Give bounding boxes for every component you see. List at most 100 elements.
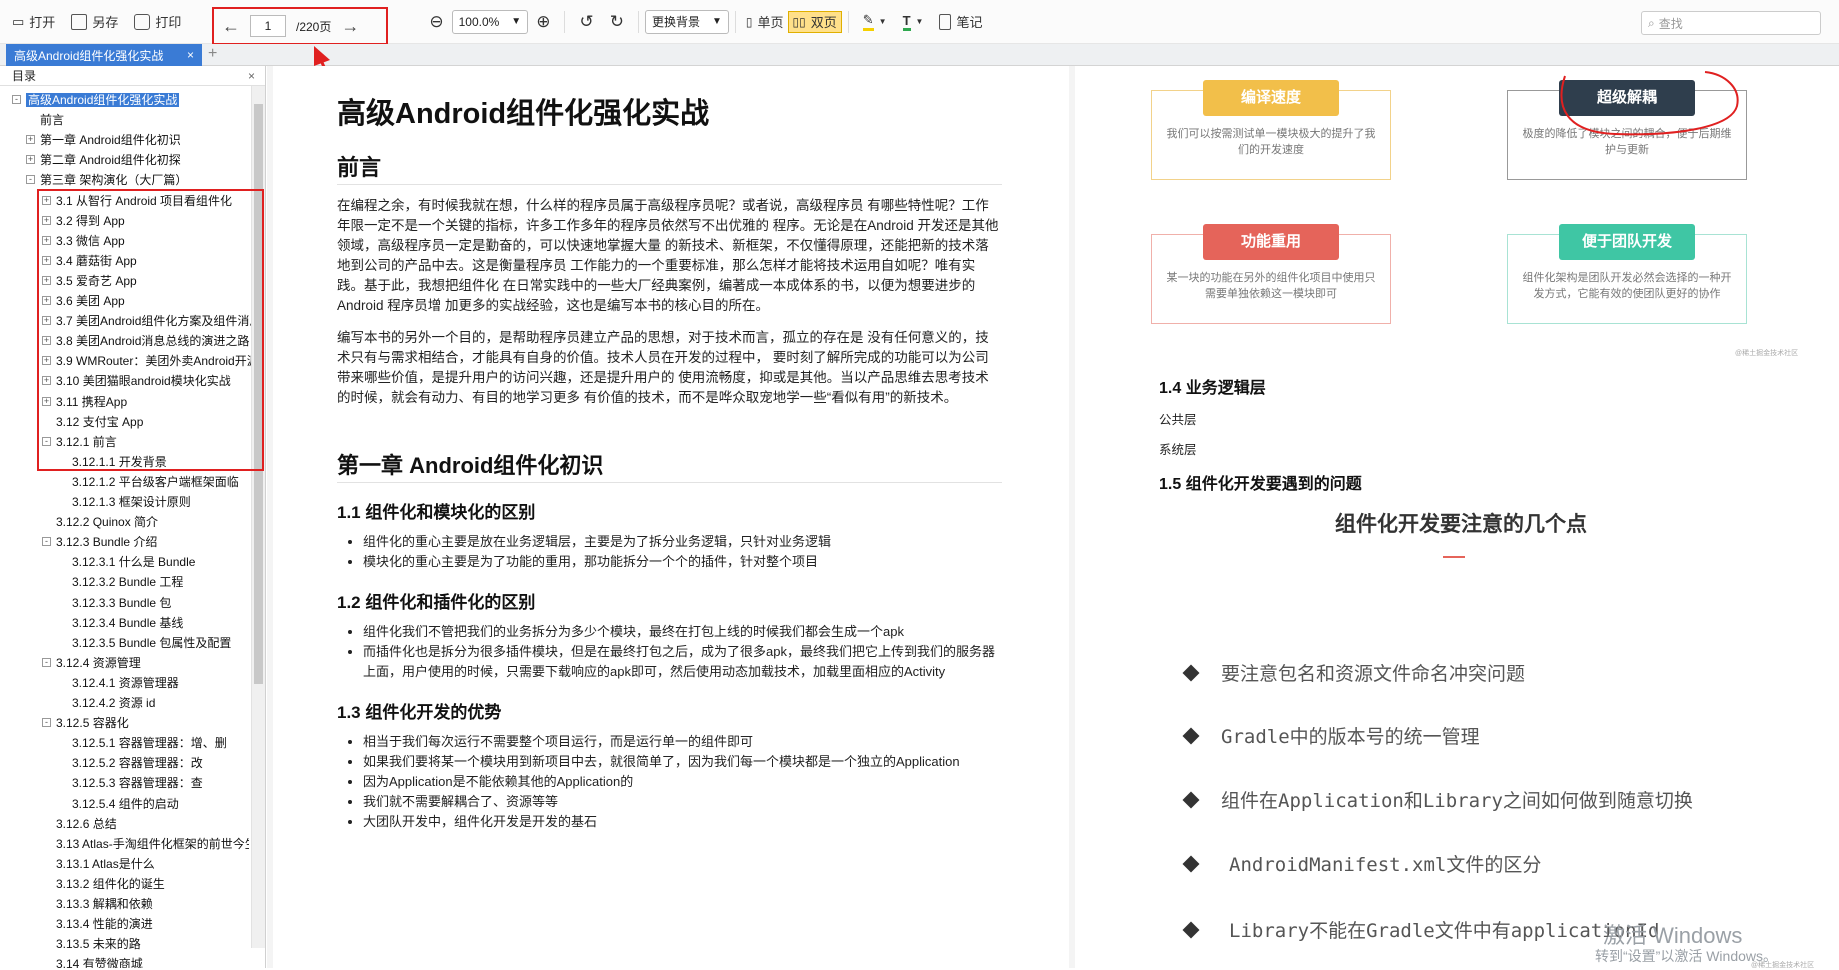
- collapse-icon[interactable]: -: [12, 95, 21, 104]
- card-desc: 我们可以按需测试单一模块极大的提升了我们的开发速度: [1166, 128, 1376, 156]
- close-icon[interactable]: ×: [248, 69, 255, 83]
- save-as-button[interactable]: 另存: [63, 7, 126, 37]
- diamond-icon: [1182, 664, 1200, 681]
- print-button[interactable]: 打印: [126, 7, 189, 37]
- outline-item[interactable]: 3.13.3 解耦和依赖: [56, 894, 249, 914]
- collapse-icon[interactable]: -: [26, 175, 35, 185]
- new-tab-icon[interactable]: +: [208, 45, 217, 63]
- outline-item[interactable]: 3.13.4 性能的演进: [56, 914, 249, 934]
- outline-item-label: 3.12.4.1 资源管理器: [72, 675, 179, 690]
- document-title: 高级Android组件化强化实战: [337, 98, 710, 130]
- background-label: 更换背景: [651, 15, 700, 29]
- diamond-icon: [1182, 921, 1200, 938]
- zoom-in-button[interactable]: ⊕: [528, 7, 558, 37]
- outline-item[interactable]: 3.12.5.3 容器管理器：查: [72, 773, 249, 793]
- slide-item-text: Library不能在Gradle文件中有applicationId: [1229, 920, 1660, 942]
- outline-item[interactable]: -3.12.4 资源管理: [42, 653, 249, 673]
- rotate-right-icon: ↻: [609, 11, 624, 31]
- outline-item[interactable]: + 第一章 Android组件化初识: [26, 130, 249, 150]
- outline-item-label: 3.13.4 性能的演进: [56, 917, 153, 932]
- card-label: 功能重用: [1203, 224, 1339, 260]
- outline-item[interactable]: 3.12.5.1 容器管理器：增、删: [72, 733, 249, 753]
- zoom-in-icon: ⊕: [536, 11, 551, 31]
- prev-page-icon[interactable]: ←: [222, 16, 240, 37]
- zoom-select[interactable]: 100.0% ▼: [451, 9, 529, 34]
- list-item: 因为Application是不能依赖其他的Application的: [363, 772, 1003, 792]
- list-item: 大团队开发中，组件化开发是开发的基石: [363, 812, 1003, 832]
- divider: [337, 482, 1002, 483]
- print-label: 打印: [155, 15, 182, 30]
- slide-credit: @稀土掘金技术社区: [1751, 962, 1815, 969]
- outline-item[interactable]: 3.12.1.2 平台级客户端框架面临: [72, 472, 249, 492]
- section-1-5-heading: 1.5 组件化开发要遇到的问题: [1159, 476, 1362, 493]
- outline-item[interactable]: 3.12.2 Quinox 简介: [56, 512, 249, 532]
- outline-item[interactable]: + 第二章 Android组件化初探: [26, 150, 249, 170]
- text-color-icon: T: [902, 13, 911, 31]
- rotate-right-button[interactable]: ↻: [602, 7, 632, 37]
- outline-item[interactable]: 3.13.5 未来的路: [56, 934, 249, 954]
- outline-item-label: 3.12.5 容器化: [56, 716, 129, 731]
- outline-item[interactable]: 3.12.4.2 资源 id: [72, 693, 249, 713]
- highlight-button[interactable]: ✎ ▼: [855, 7, 895, 37]
- search-input[interactable]: ⌕ 查找: [1641, 11, 1821, 35]
- outline-item-label: 3.12.3 Bundle 介绍: [56, 535, 158, 550]
- section-1-2-heading: 1.2 组件化和插件化的区别: [337, 593, 536, 612]
- save-icon: [71, 13, 88, 30]
- close-icon[interactable]: ×: [187, 48, 194, 62]
- outline-item[interactable]: - 第三章 架构演化（大厂篇）: [26, 170, 249, 190]
- outline-item[interactable]: 3.12.5.2 容器管理器：改: [72, 753, 249, 773]
- feature-card-reuse: 功能重用 某一块的功能在另外的组件化项目中使用只需要单独依赖这一模块即可: [1151, 224, 1391, 324]
- outline-item-label: 3.12.2 Quinox 简介: [56, 515, 159, 530]
- outline-item[interactable]: 3.12.6 总结: [56, 814, 249, 834]
- outline-item-label: 3.12.6 总结: [56, 816, 117, 831]
- outline-item[interactable]: 3.12.3.4 Bundle 基线: [72, 613, 249, 633]
- page-navigator: ← 1 /220页 →: [212, 7, 388, 45]
- outline-item[interactable]: -3.12.3 Bundle 介绍: [42, 532, 249, 552]
- divider: [847, 10, 849, 33]
- outline-item-label: 第三章 架构演化（大厂篇）: [40, 173, 188, 188]
- notes-button[interactable]: 笔记: [931, 7, 990, 37]
- outline-item[interactable]: 3.12.4.1 资源管理器: [72, 673, 249, 693]
- folder-icon: ▭: [12, 13, 25, 29]
- diamond-icon: [1182, 855, 1200, 872]
- page-number-input[interactable]: 1: [250, 15, 286, 37]
- section-1-1-heading: 1.1 组件化和模块化的区别: [337, 503, 536, 522]
- double-page-button[interactable]: ▯▯ 双页: [787, 10, 842, 33]
- outline-item[interactable]: 前言: [40, 110, 249, 130]
- expand-icon[interactable]: +: [26, 135, 35, 145]
- outline-item[interactable]: 3.13.1 Atlas是什么: [56, 854, 249, 874]
- collapse-icon[interactable]: -: [42, 718, 51, 728]
- outline-item[interactable]: 3.12.3.3 Bundle 包: [72, 593, 249, 613]
- chevron-down-icon: ▼: [511, 16, 522, 27]
- slide-item-text: Gradle中的版本号的统一管理: [1221, 726, 1480, 748]
- card-desc: 组件化架构是团队开发必然会选择的一种开发方式，它能有效的使团队更好的协作: [1522, 272, 1732, 300]
- slide-item-text: AndroidManifest.xml文件的区分: [1229, 854, 1542, 876]
- expand-icon[interactable]: +: [26, 155, 35, 165]
- outline-item[interactable]: 3.12.3.5 Bundle 包属性及配置: [72, 633, 249, 653]
- outline-item-label: 3.14 有赞微商城: [56, 957, 143, 968]
- outline-item[interactable]: -3.12.5 容器化: [42, 713, 249, 733]
- outline-item-label: 3.12.3.5 Bundle 包属性及配置: [72, 635, 232, 650]
- text-color-button[interactable]: T ▼: [895, 7, 932, 37]
- list-item: 相当于我们每次运行不需要整个项目运行，而是运行单一的组件即可: [363, 732, 1003, 752]
- outline-item[interactable]: 3.13.2 组件化的诞生: [56, 874, 249, 894]
- outline-item[interactable]: - 高级Android组件化强化实战: [12, 90, 249, 110]
- tab-document[interactable]: 高级Android组件化强化实战 ×: [6, 44, 202, 66]
- outline-item[interactable]: 3.12.3.2 Bundle 工程: [72, 572, 249, 592]
- outline-item[interactable]: 3.12.3.1 什么是 Bundle: [72, 552, 249, 572]
- zoom-out-button[interactable]: ⊖: [421, 7, 451, 37]
- outline-item[interactable]: 3.12.1.3 框架设计原则: [72, 492, 249, 512]
- collapse-icon[interactable]: -: [42, 657, 51, 667]
- chapter-1-heading: 第一章 Android组件化初识: [337, 453, 604, 478]
- outline-item[interactable]: 3.12.5.4 组件的启动: [72, 794, 249, 814]
- single-page-button[interactable]: ▯ 单页: [742, 7, 788, 37]
- outline-item[interactable]: 3.14 有赞微商城: [56, 954, 249, 968]
- open-button[interactable]: ▭ 打开: [4, 7, 63, 37]
- collapse-icon[interactable]: -: [42, 537, 51, 547]
- next-page-icon[interactable]: →: [341, 16, 359, 37]
- rotate-left-button[interactable]: ↺: [571, 7, 601, 37]
- outline-header: 目录 ×: [0, 66, 265, 86]
- outline-item[interactable]: 3.13 Atlas-手淘组件化框架的前世今生: [56, 834, 249, 854]
- background-select[interactable]: 更换背景 ▼: [644, 9, 729, 34]
- divider: [564, 10, 566, 33]
